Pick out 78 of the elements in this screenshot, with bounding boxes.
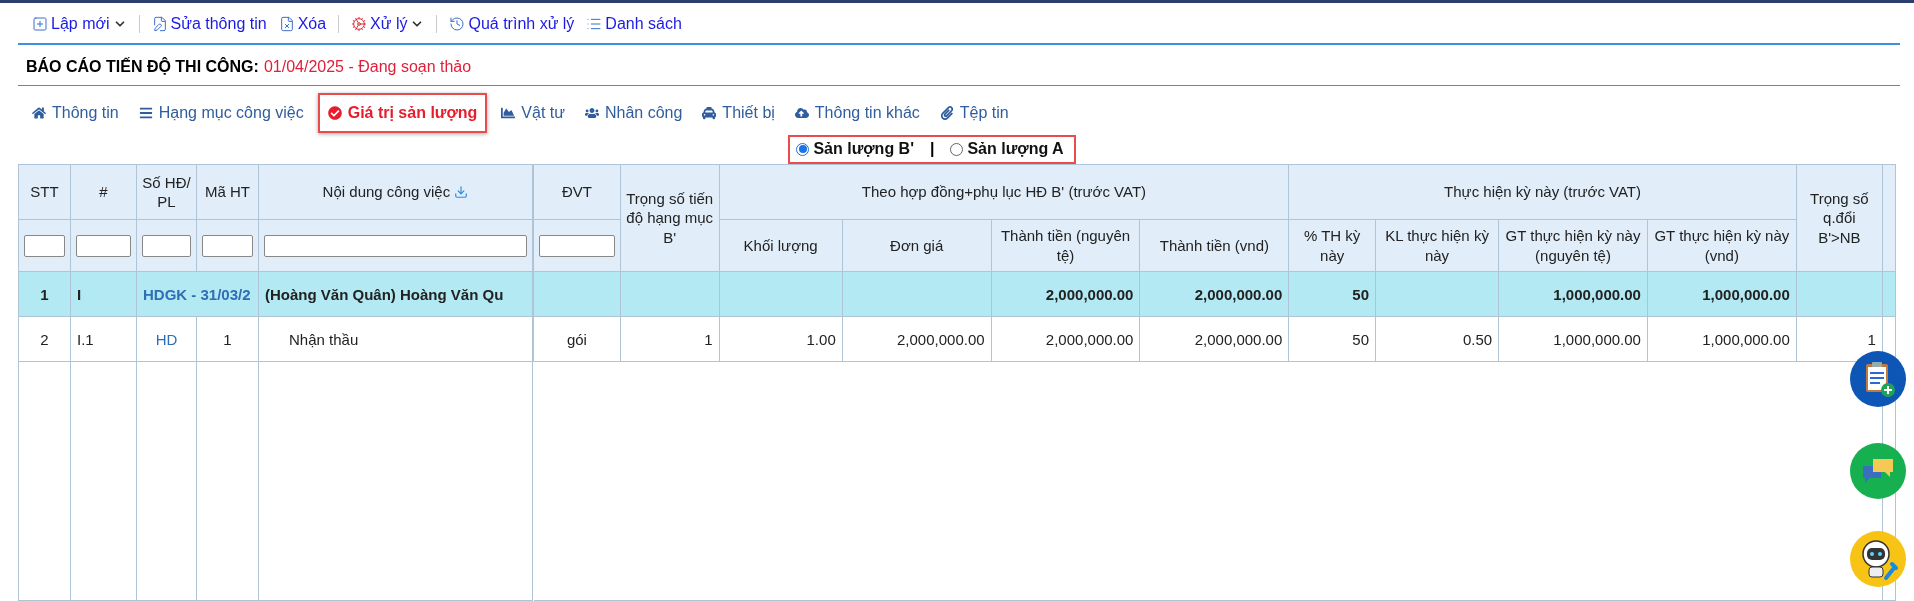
- separator-text: |: [929, 140, 935, 158]
- column-header: GT thực hiện kỳ này (vnd): [1647, 219, 1797, 272]
- chart-icon: [501, 106, 516, 120]
- table-cell-text: 1: [223, 330, 232, 348]
- list-icon: [138, 106, 153, 120]
- plus-square-icon: [32, 16, 48, 32]
- column-header: ĐVT: [533, 164, 621, 220]
- toolbar-button[interactable]: Lập mới: [26, 15, 133, 33]
- filter-field[interactable]: [24, 234, 65, 257]
- cloud-upload-icon: [794, 106, 809, 120]
- radio-option[interactable]: Sản lượng B': [796, 140, 914, 158]
- column-header: Đơn giá: [842, 219, 992, 272]
- column-header: Trọng số tiến độ hạng mục B': [620, 164, 720, 272]
- toolbar-button[interactable]: Sửa thông tin: [145, 15, 273, 33]
- column-group-header: Theo hợp đồng+phụ lục HĐ B' (trước VAT): [719, 164, 1289, 220]
- column-header: Nội dung công việc: [258, 164, 533, 220]
- paperclip-icon: [939, 106, 954, 120]
- home-icon: [32, 106, 46, 120]
- toolbar-button[interactable]: Xử lý: [345, 15, 431, 33]
- chat-button[interactable]: [1850, 443, 1906, 499]
- column-header: % TH kỳ này: [1288, 219, 1376, 272]
- column-header: GT thực hiện kỳ này (nguyên tệ): [1498, 219, 1648, 272]
- toolbar-button[interactable]: Xóa: [272, 15, 333, 33]
- chat-bubbles-icon: [1861, 456, 1895, 486]
- table-cell-text: 2,000,000.00: [1194, 285, 1283, 303]
- column-header: Thành tiền (vnd): [1139, 219, 1289, 272]
- file-edit-icon: [151, 16, 168, 32]
- table-cell-text: I.1: [77, 330, 94, 348]
- report-title: BÁO CÁO TIẾN ĐỘ THI CÔNG:: [26, 58, 259, 76]
- users-icon: [584, 106, 599, 120]
- column-header: Mã HT: [196, 164, 259, 220]
- table-cell-text: (Hoàng Văn Quân) Hoàng Văn Qu: [265, 285, 504, 303]
- table-cell-text: gói: [566, 330, 587, 348]
- column-header: Số HĐ/ PL: [136, 164, 197, 220]
- tab[interactable]: Giá trị sản lượng: [317, 93, 488, 133]
- column-header: Thành tiền (nguyên tệ): [991, 219, 1140, 272]
- support-bot-button[interactable]: [1850, 531, 1906, 587]
- column-header: Khối lượng: [719, 219, 843, 272]
- table-cell-text: 2,000,000.00: [1045, 330, 1134, 348]
- column-header: STT: [18, 164, 71, 220]
- table-cell-text: 1.00: [806, 330, 836, 348]
- table-cell-text: 0.50: [1462, 330, 1493, 348]
- toolbar-button[interactable]: Quá trình xử lý: [443, 15, 581, 33]
- download-icon: [454, 185, 469, 200]
- toolbar-button[interactable]: Danh sách: [580, 15, 688, 33]
- filter-field[interactable]: [264, 234, 527, 257]
- filter-field[interactable]: [142, 234, 191, 257]
- column-header: #: [70, 164, 137, 220]
- table-cell-text: 2,000,000.00: [897, 330, 985, 348]
- history-icon: [449, 16, 466, 32]
- filter-field[interactable]: [76, 234, 131, 257]
- table-cell-text: 2,000,000.00: [1045, 285, 1134, 303]
- table-cell-text: 50: [1352, 285, 1369, 303]
- car-icon: [702, 106, 717, 120]
- gear-icon: [351, 16, 368, 32]
- table-cell-text: 2: [40, 330, 49, 348]
- column-header: Trọng số q.đổi B'>NB: [1796, 164, 1883, 272]
- table-cell-text: 1,000,000.00: [1553, 285, 1641, 303]
- table-cell-text: 1,000,000.00: [1702, 330, 1790, 348]
- table-cell-text: I: [77, 285, 82, 303]
- radio-option[interactable]: Sản lượng A: [950, 140, 1064, 158]
- table-cell-text: 1: [40, 285, 49, 303]
- contract-link[interactable]: HD: [155, 330, 178, 348]
- column-header: KL thực hiện kỳ này: [1375, 219, 1499, 272]
- table-cell-text: 50: [1352, 330, 1369, 348]
- table-cell-text: Nhận thầu: [289, 330, 359, 348]
- column-group-header: Thực hiện kỳ này (trước VAT): [1288, 164, 1797, 220]
- table-cell-text: 2,000,000.00: [1194, 330, 1283, 348]
- filter-field[interactable]: [202, 234, 253, 257]
- list-icon: [586, 16, 603, 32]
- filter-field[interactable]: [539, 234, 615, 257]
- table-cell-text: 1: [1867, 330, 1876, 348]
- table-cell-text: 1: [704, 330, 713, 348]
- add-report-button[interactable]: [1850, 351, 1906, 407]
- file-x-icon: [278, 16, 295, 32]
- table-cell-text: 1,000,000.00: [1553, 330, 1641, 348]
- table-cell-text: 1,000,000.00: [1702, 285, 1790, 303]
- report-status: 01/04/2025 - Đang soạn thảo: [263, 58, 472, 76]
